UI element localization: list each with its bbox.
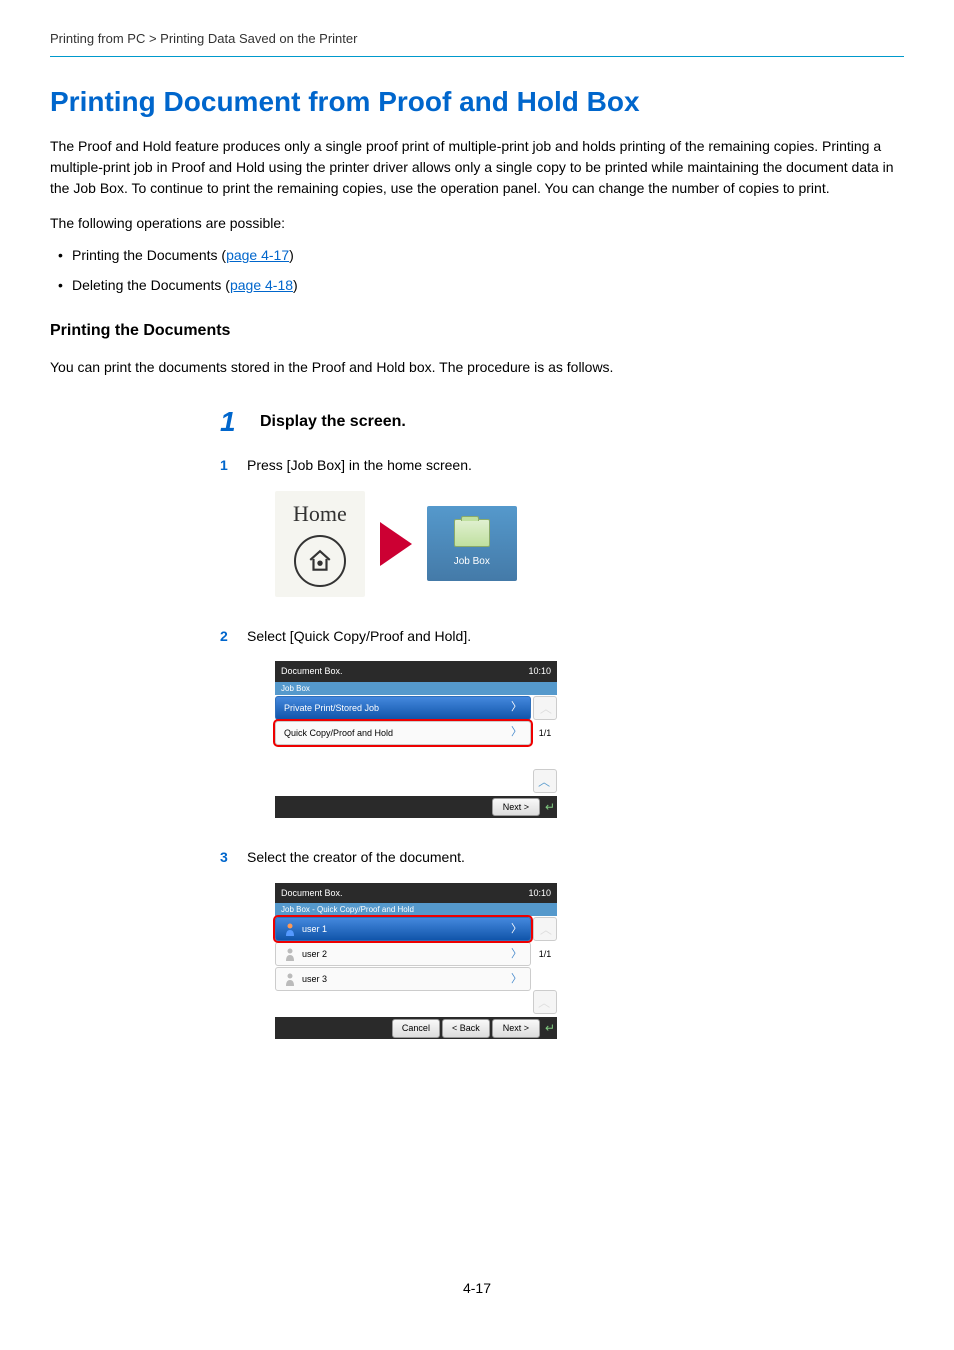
list-item: Printing the Documents (page 4-17) [50,246,904,266]
next-button[interactable]: Next > [492,798,540,817]
arrow-icon [380,522,412,566]
panel-time: 10:10 [528,887,551,900]
sub-step: 1 Press [Job Box] in the home screen. [220,456,904,476]
page-indicator: 1/1 [533,942,557,966]
page-number: 4-17 [50,1279,904,1299]
list-item-text: Deleting the Documents ( [72,277,230,293]
home-label: Home [293,499,347,530]
chevron-up-icon: 〈 [537,702,554,714]
panel-footer: Cancel < Back Next > ↵ [275,1017,557,1039]
document-box-panel-2: Document Box. 10:10 Job Box - Quick Copy… [275,883,557,1040]
sub-step-text: Select the creator of the document. [247,848,904,868]
list-row-user-1[interactable]: user 1 〉 [275,917,531,941]
back-button[interactable]: < Back [442,1019,490,1038]
panel-subtitle: Job Box [275,682,557,695]
job-box-label: Job Box [454,555,490,569]
scroll-down-button[interactable]: 〉 [533,990,557,1014]
panel-time: 10:10 [528,665,551,678]
sub-step-text: Press [Job Box] in the home screen. [247,456,904,476]
enter-icon: ↵ [545,1020,555,1037]
chevron-right-icon: 〉 [511,947,522,962]
home-navigation-graphic: Home Job Box [275,491,904,597]
document-box-panel-1: Document Box. 10:10 Job Box Private Prin… [275,661,557,818]
next-button[interactable]: Next > [492,1019,540,1038]
step-number: 1 [220,402,240,441]
chevron-right-icon: 〉 [511,972,522,987]
sub-step: 3 Select the creator of the document. [220,848,904,868]
section-heading: Printing the Documents [50,320,904,342]
panel-subtitle-text: Job Box - Quick Copy/Proof and Hold [281,905,414,914]
breadcrumb: Printing from PC > Printing Data Saved o… [50,30,904,57]
job-box-tile: Job Box [427,506,517,581]
chevron-down-icon: 〉 [537,996,554,1008]
panel-subtitle-text: Job Box [281,684,310,693]
row-label: user 2 [302,948,327,961]
list-row-user-3[interactable]: user 3 〉 [275,967,531,991]
empty-row [275,746,531,770]
folder-icon [454,519,490,547]
panel-title: Document Box. [281,887,343,900]
empty-row [275,992,531,1016]
step-header: 1 Display the screen. [220,402,904,441]
list-row-quick-copy[interactable]: Quick Copy/Proof and Hold 〉 [275,721,531,745]
section-text: You can print the documents stored in th… [50,358,904,378]
list-row-private-print[interactable]: Private Print/Stored Job 〉 [275,696,531,720]
operations-intro: The following operations are possible: [50,214,904,234]
sub-step-number: 1 [220,456,235,476]
row-label: user 3 [302,973,327,986]
user-icon [284,922,296,936]
list-row-user-2[interactable]: user 2 〉 [275,942,531,966]
cancel-button[interactable]: Cancel [392,1019,440,1038]
empty-row [275,771,531,795]
sub-step: 2 Select [Quick Copy/Proof and Hold]. [220,627,904,647]
sub-step-number: 3 [220,848,235,868]
panel-subtitle: Job Box - Quick Copy/Proof and Hold [275,903,557,916]
user-icon [284,972,296,986]
home-icon [307,548,333,574]
page-title: Printing Document from Proof and Hold Bo… [50,82,904,121]
panel-footer: Next > ↵ [275,796,557,818]
user-icon [284,947,296,961]
chevron-right-icon: 〉 [511,700,522,715]
scroll-up-button[interactable]: 〈 [533,917,557,941]
sub-step-number: 2 [220,627,235,647]
list-item: Deleting the Documents (page 4-18) [50,276,904,296]
list-item-suffix: ) [289,247,294,263]
enter-icon: ↵ [545,799,555,816]
chevron-up-icon: 〈 [537,923,554,935]
page-link[interactable]: page 4-18 [230,277,293,293]
row-label: Quick Copy/Proof and Hold [284,727,393,740]
chevron-down-icon: 〉 [537,775,554,787]
chevron-right-icon: 〉 [511,725,522,740]
row-label: user 1 [302,923,327,936]
list-item-suffix: ) [293,277,298,293]
home-button-illustration: Home [275,491,365,597]
home-circle [294,535,346,587]
list-item-text: Printing the Documents ( [72,247,226,263]
panel-header: Document Box. 10:10 [275,661,557,682]
panel-header: Document Box. 10:10 [275,883,557,904]
scroll-down-button[interactable]: 〉 [533,769,557,793]
page-indicator: 1/1 [533,721,557,745]
panel-title: Document Box. [281,665,343,678]
page-link[interactable]: page 4-17 [226,247,289,263]
row-label: Private Print/Stored Job [284,702,379,715]
scroll-up-button[interactable]: 〈 [533,696,557,720]
step-title: Display the screen. [260,411,406,433]
sub-step-text: Select [Quick Copy/Proof and Hold]. [247,627,904,647]
operations-list: Printing the Documents (page 4-17) Delet… [50,246,904,295]
intro-paragraph: The Proof and Hold feature produces only… [50,136,904,199]
chevron-right-icon: 〉 [511,922,522,937]
